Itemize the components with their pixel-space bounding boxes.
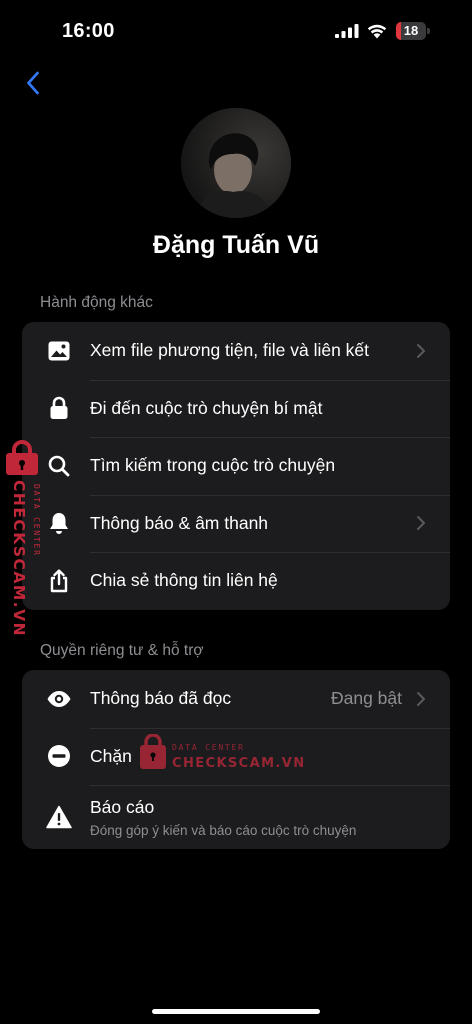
- profile-name: Đặng Tuấn Vũ: [152, 231, 320, 259]
- svg-text:CHECKSCAM.VN: CHECKSCAM.VN: [172, 756, 306, 771]
- section-title-other-actions: Hành động khác: [40, 294, 153, 311]
- svg-text:DATA CENTER: DATA CENTER: [32, 484, 41, 557]
- bell-icon: [46, 510, 72, 536]
- chevron-right-icon: [417, 691, 425, 706]
- menu-item-notifications-sounds[interactable]: Thông báo & âm thanh: [22, 494, 450, 553]
- back-button[interactable]: [18, 66, 48, 100]
- menu-item-report[interactable]: Báo cáo Đóng góp ý kiến và báo cáo cuộc …: [22, 785, 450, 849]
- warning-icon: [46, 804, 72, 830]
- menu-item-label: Thông báo & âm thanh: [90, 512, 269, 533]
- menu-item-label: Báo cáo: [90, 797, 155, 817]
- menu-item-label: Đi đến cuộc trò chuyện bí mật: [90, 397, 323, 418]
- menu-item-label: Tìm kiếm trong cuộc trò chuyện: [90, 455, 336, 476]
- avatar-photo: [181, 108, 291, 218]
- read-receipts-status: Đang bật: [330, 688, 402, 709]
- search-icon: [46, 453, 72, 479]
- menu-item-search-in-conversation[interactable]: Tìm kiếm trong cuộc trò chuyện: [22, 437, 450, 495]
- section-title-privacy-support: Quyền riêng tư & hỗ trợ: [40, 642, 204, 659]
- menu-item-sublabel: Đóng góp ý kiến và báo cáo cuộc trò chuy…: [90, 823, 357, 838]
- share-icon: [46, 568, 72, 594]
- menu-item-label: Xem file phương tiện, file và liên kết: [90, 340, 370, 361]
- eye-icon: [46, 686, 72, 712]
- photo-icon: [46, 338, 72, 364]
- lock-icon: [46, 395, 72, 421]
- svg-text:DATA CENTER: DATA CENTER: [172, 743, 245, 752]
- avatar[interactable]: [181, 108, 291, 218]
- block-icon: [46, 743, 72, 769]
- watermark-center: DATA CENTER CHECKSCAM.VN: [140, 733, 310, 774]
- chevron-right-icon: [417, 343, 425, 358]
- watermark-lock-logo: DATA CENTER CHECKSCAM.VN: [140, 733, 306, 771]
- chevron-right-icon: [417, 516, 425, 531]
- chevron-left-icon: [27, 71, 39, 95]
- other-actions-card: Xem file phương tiện, file và liên kết Đ…: [22, 322, 450, 610]
- menu-item-label: Thông báo đã đọc: [90, 688, 232, 709]
- svg-text:CHECKSCAM.VN: CHECKSCAM.VN: [10, 480, 28, 637]
- battery-icon: 18: [396, 22, 430, 40]
- menu-item-view-media[interactable]: Xem file phương tiện, file và liên kết: [22, 322, 450, 380]
- battery-level-text: 18: [403, 23, 419, 38]
- menu-item-share-contact[interactable]: Chia sẻ thông tin liên hệ: [22, 552, 450, 610]
- cellular-signal-icon: [335, 24, 359, 38]
- status-bar: 16:00 18: [0, 0, 472, 60]
- status-time: 16:00: [62, 20, 115, 42]
- menu-item-read-receipts[interactable]: Thông báo đã đọc Đang bật: [22, 670, 450, 728]
- menu-item-label: Chia sẻ thông tin liên hệ: [90, 570, 278, 591]
- home-indicator[interactable]: [152, 1009, 320, 1014]
- menu-item-label: Chặn: [90, 745, 132, 766]
- menu-item-secret-conversation[interactable]: Đi đến cuộc trò chuyện bí mật: [22, 379, 450, 438]
- wifi-icon: [367, 24, 387, 39]
- watermark-side: CHECKSCAM.VN DATA CENTER: [4, 440, 48, 640]
- watermark-lock-logo: CHECKSCAM.VN DATA CENTER: [6, 440, 41, 637]
